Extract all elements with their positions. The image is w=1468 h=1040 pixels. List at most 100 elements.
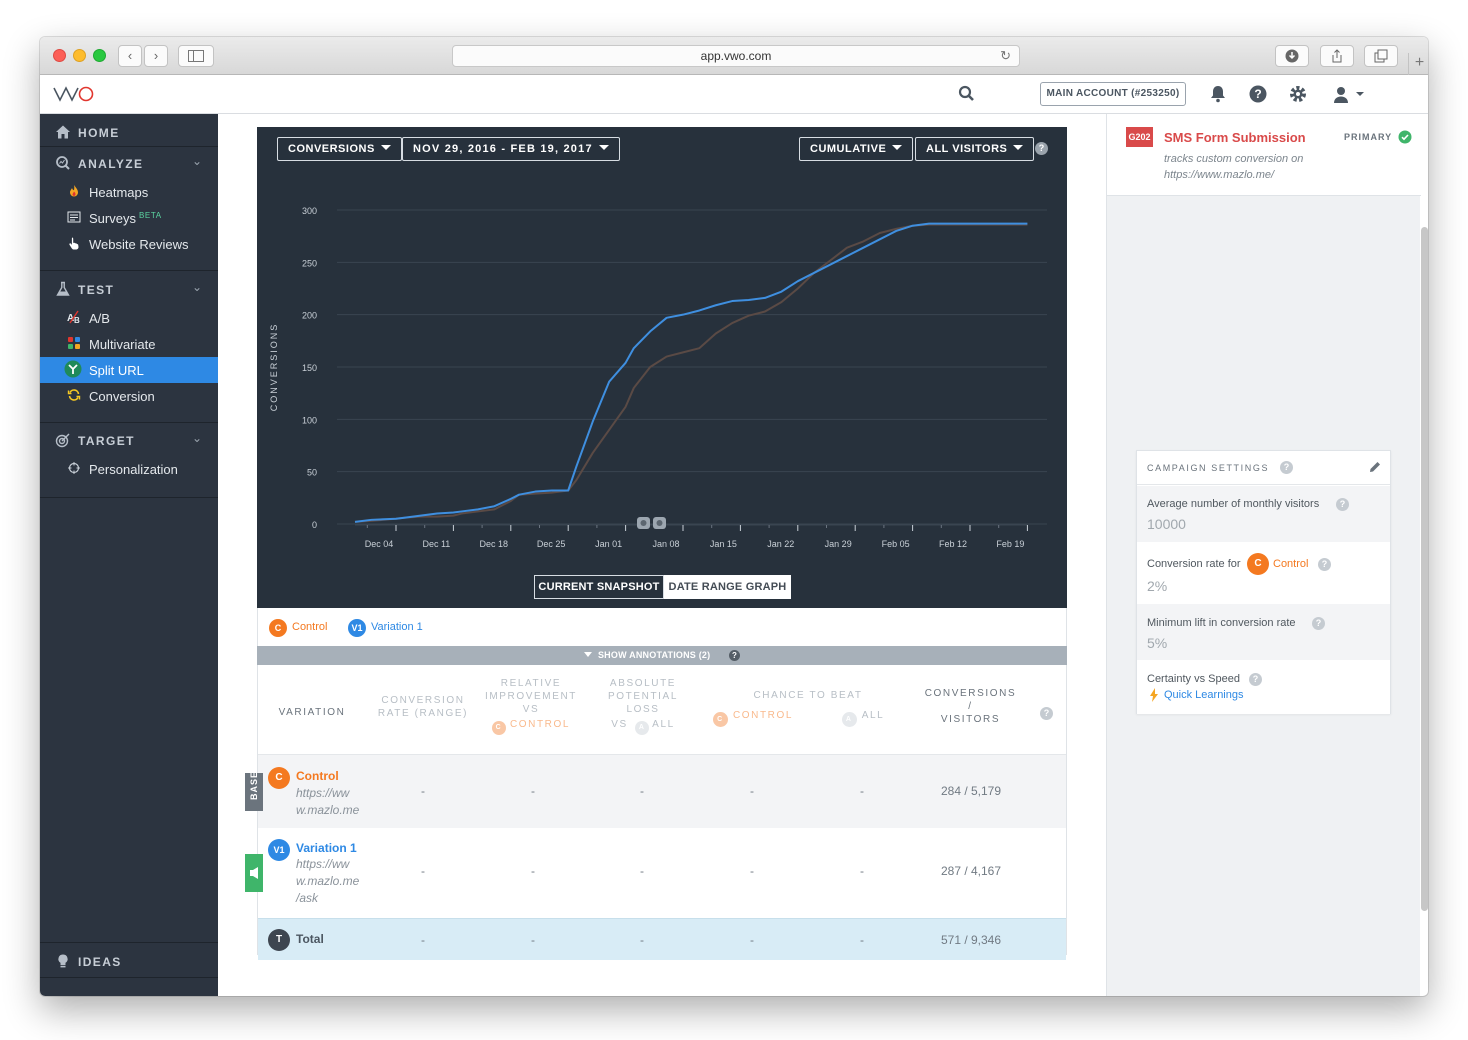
setting-help-icon[interactable]: ?	[1336, 498, 1349, 511]
goal-name[interactable]: SMS Form Submission	[1164, 130, 1306, 145]
chevron-down-icon[interactable]: ⌄	[192, 431, 202, 445]
table-help-icon[interactable]: ?	[1040, 707, 1053, 720]
new-tab-button[interactable]: +	[1408, 53, 1428, 75]
settings-help-icon[interactable]: ?	[1280, 461, 1293, 474]
legend-control-label[interactable]: Control	[292, 621, 327, 633]
goal-card[interactable]: G202 SMS Form Submission tracks custom c…	[1107, 114, 1421, 196]
x-tick-label: Jan 15	[710, 539, 737, 549]
sidebar-item-ab[interactable]: AB A/B	[40, 305, 218, 331]
header-chance-control-label: CONTROL	[732, 710, 794, 721]
results-table: VARIATION CONVERSION RATE (RANGE) RELATI…	[245, 665, 1067, 960]
y-tick-label: 200	[302, 311, 317, 321]
variation-name[interactable]: Control	[296, 769, 339, 783]
cell-conversions: 287 / 4,167	[940, 864, 1002, 878]
control-badge: C	[1247, 553, 1269, 575]
sidebar-item-heatmaps[interactable]: Heatmaps	[40, 179, 218, 205]
annotations-help-icon[interactable]: ?	[729, 650, 741, 661]
address-bar[interactable]: app.vwo.com ↻	[452, 45, 1020, 67]
y-tick-label: 150	[302, 363, 317, 373]
table-row-variation-1[interactable]: V1 Variation 1 https://ww w.mazlo.me/ask …	[245, 828, 1066, 918]
goal-desc-line: tracks custom conversion on	[1164, 153, 1304, 165]
legend-variation-label[interactable]: Variation 1	[371, 621, 423, 633]
setting-ref-control: Control	[1273, 558, 1309, 570]
account-switcher-button[interactable]: MAIN ACCOUNT (#253250)	[1040, 82, 1186, 106]
url-line: w.mazlo.me	[296, 874, 360, 888]
tabs-icon	[1374, 49, 1388, 63]
header-line: C CONTROL	[480, 718, 582, 735]
setting-minimum-lift[interactable]: Minimum lift in conversion rate ? 5%	[1137, 604, 1390, 660]
setting-value: 10000	[1147, 516, 1186, 532]
pointer-hand-icon	[69, 237, 79, 250]
x-tick-label: Feb 05	[882, 539, 910, 549]
sidebar-ideas[interactable]: IDEAS	[40, 946, 218, 976]
close-window-button[interactable]	[53, 49, 66, 62]
sidebar-section-target[interactable]: TARGET ⌄	[40, 425, 218, 455]
header-conversion-rate: CONVERSION RATE (RANGE)	[373, 694, 473, 719]
chevron-down-icon[interactable]: ⌄	[192, 154, 202, 168]
sidebar-section-analyze[interactable]: ANALYZE ⌄	[40, 148, 218, 178]
search-icon[interactable]	[956, 83, 978, 105]
cell-conversions: 284 / 5,179	[940, 784, 1002, 798]
setting-monthly-visitors[interactable]: Average number of monthly visitors ? 100…	[1137, 486, 1390, 542]
chevron-left-icon: ‹	[127, 48, 133, 63]
user-menu-icon[interactable]	[1330, 83, 1370, 105]
bell-icon[interactable]	[1207, 83, 1229, 105]
reload-icon[interactable]: ↻	[1000, 46, 1011, 66]
header-conversions-visitors: CONVERSIONS / VISITORS	[918, 687, 1023, 726]
sidebar-item-surveys[interactable]: Surveys BETA	[40, 205, 218, 231]
variation-badge: V1	[268, 839, 290, 861]
sidebar-divider	[40, 977, 218, 978]
minimize-window-button[interactable]	[73, 49, 86, 62]
setting-help-icon[interactable]: ?	[1318, 558, 1331, 571]
forward-button[interactable]: ›	[144, 45, 168, 67]
sidebar-item-conversion[interactable]: Conversion	[40, 383, 218, 409]
right-panel-scrollbar[interactable]	[1421, 227, 1428, 911]
target-icon	[55, 433, 70, 448]
sidebar-home[interactable]: HOME	[40, 117, 218, 147]
sidebar-item-personalization[interactable]: Personalization	[40, 456, 218, 482]
conversion-icon	[67, 389, 81, 401]
multivariate-icon	[68, 337, 80, 349]
sidebar-item-split-url[interactable]: Split URL	[40, 357, 218, 383]
setting-conversion-rate[interactable]: Conversion rate for C Control ? 2%	[1137, 542, 1390, 604]
header-line: VISITORS	[940, 714, 1001, 725]
chevron-right-icon: ›	[153, 48, 159, 63]
flask-icon	[56, 281, 70, 296]
header-line: CONVERSION	[381, 695, 465, 706]
gear-icon[interactable]	[1287, 83, 1309, 105]
header-ref-control: CONTROL	[509, 719, 571, 730]
variation-url[interactable]: https://ww w.mazlo.me	[296, 785, 366, 819]
variation-name[interactable]: Variation 1	[296, 841, 357, 855]
zoom-window-button[interactable]	[93, 49, 106, 62]
setting-help-icon[interactable]: ?	[1249, 673, 1262, 686]
sidebar-item-label: A/B	[89, 311, 110, 326]
tabs-button[interactable]	[1364, 45, 1398, 67]
sidebar-item-multivariate[interactable]: Multivariate	[40, 331, 218, 357]
goal-id-badge: G202	[1126, 127, 1153, 147]
show-annotations-bar[interactable]: SHOW ANNOTATIONS (2) ?	[257, 646, 1067, 665]
pencil-icon[interactable]	[1368, 460, 1382, 474]
chevron-down-icon[interactable]: ⌄	[192, 280, 202, 294]
sidebar-item-website-reviews[interactable]: Website Reviews	[40, 231, 218, 257]
setting-link-value[interactable]: Quick Learnings	[1164, 689, 1244, 701]
date-range-graph-tab[interactable]: DATE RANGE GRAPH	[664, 575, 791, 599]
vwo-logo[interactable]	[52, 84, 96, 104]
back-button[interactable]: ‹	[118, 45, 142, 67]
setting-help-icon[interactable]: ?	[1312, 617, 1325, 630]
share-icon	[1332, 49, 1342, 63]
cell-conv-rate: -	[421, 933, 425, 947]
annotation-marker-dot	[640, 520, 647, 526]
crosshair-icon	[68, 462, 80, 474]
share-button[interactable]	[1320, 45, 1354, 67]
header-line: LOSS	[626, 704, 660, 715]
sidebar-toggle-button[interactable]	[178, 45, 214, 67]
sidebar-section-test[interactable]: TEST ⌄	[40, 274, 218, 304]
table-row-control[interactable]: BASE C Control https://ww w.mazlo.me - - …	[245, 754, 1066, 828]
downloads-button[interactable]	[1275, 45, 1309, 67]
setting-certainty-speed[interactable]: Certainty vs Speed ? Quick Learnings	[1137, 660, 1390, 714]
current-snapshot-tab[interactable]: CURRENT SNAPSHOT	[534, 575, 664, 599]
help-icon[interactable]: ?	[1247, 83, 1269, 105]
header-line: RATE (RANGE)	[377, 708, 469, 719]
variation-url[interactable]: https://ww w.mazlo.me/ask	[296, 856, 366, 907]
primary-label: PRIMARY	[1344, 132, 1393, 142]
